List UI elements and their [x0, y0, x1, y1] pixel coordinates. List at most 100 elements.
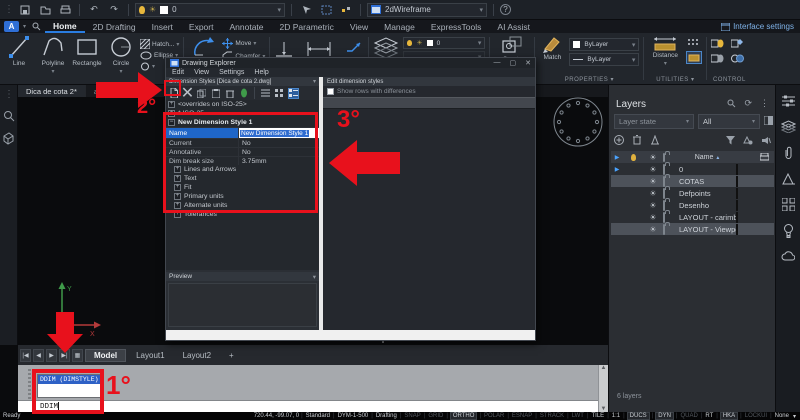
tab-home[interactable]: Home: [45, 20, 85, 33]
toggle-snap[interactable]: SNAP: [403, 413, 421, 419]
sheet-tab-layout2[interactable]: Layout2: [175, 350, 219, 361]
toolbar-grip[interactable]: ⋮: [4, 4, 13, 15]
style-property-row[interactable]: NameNew Dimension Style 1: [166, 127, 319, 138]
hatch-button[interactable]: Hatch...▾: [140, 39, 179, 49]
tab-2d-drafting[interactable]: 2D Drafting: [85, 20, 144, 33]
style-property-row[interactable]: CurrentNo: [166, 138, 319, 147]
layer-freeze-control-icon[interactable]: [731, 38, 744, 49]
layer-freeze-icon[interactable]: ☀: [643, 189, 663, 198]
dimension-linear-icon[interactable]: [306, 39, 332, 59]
blocks-panel-icon[interactable]: [782, 198, 795, 211]
tab-view[interactable]: View: [342, 20, 376, 33]
layer-freeze-icon[interactable]: ☀: [643, 165, 663, 174]
style-tree-node-selected[interactable]: −New Dimension Style 1: [166, 118, 319, 127]
layer-freeze-icon[interactable]: ☀: [643, 213, 663, 222]
leader-icon[interactable]: [344, 39, 364, 59]
menu-help[interactable]: Help: [254, 69, 268, 76]
refresh-icon[interactable]: ⟳: [744, 98, 752, 109]
isolate-icon[interactable]: [761, 136, 771, 145]
open-icon[interactable]: [37, 3, 53, 17]
status-field[interactable]: DYM-1-500: [337, 413, 370, 419]
delete-style-button[interactable]: ✕: [182, 88, 193, 99]
icons-view-button[interactable]: [274, 88, 285, 99]
toggle-tile[interactable]: TILE: [591, 413, 606, 419]
first-sheet-button[interactable]: |◀: [20, 349, 31, 362]
property-group-row[interactable]: +Lines and Arrows: [166, 165, 319, 174]
save-icon[interactable]: [17, 3, 33, 17]
layer-color-swatch[interactable]: [736, 165, 754, 174]
cloud-panel-icon[interactable]: [781, 251, 795, 261]
layer-name[interactable]: Defpoints: [679, 189, 736, 198]
minimize-button[interactable]: —: [494, 59, 501, 67]
search-icon[interactable]: [727, 99, 736, 108]
tab-expresstools[interactable]: ExpressTools: [423, 20, 490, 33]
property-value[interactable]: New Dimension Style 1: [238, 128, 319, 138]
diff-checkbox[interactable]: [327, 88, 334, 95]
layer-on-control-icon[interactable]: [711, 38, 724, 49]
layer-color-swatch[interactable]: [736, 177, 754, 186]
toggle-lockui[interactable]: LOCKUI: [744, 413, 768, 419]
toggle-dyn[interactable]: DYN: [655, 412, 674, 420]
rectangle-button[interactable]: Rectangle: [72, 35, 102, 67]
layer-name[interactable]: Desenho: [679, 201, 736, 210]
tab-2d-parametric[interactable]: 2D Parametric: [272, 20, 342, 33]
layer-row[interactable]: ☀COTAS: [611, 175, 774, 187]
grips-tool-icon[interactable]: [338, 3, 354, 17]
prev-sheet-button[interactable]: ◀: [33, 349, 44, 362]
layer-state-dropdown[interactable]: Layer state▾: [614, 114, 694, 129]
toggle-rt[interactable]: RT: [704, 413, 714, 419]
ribbon-layer-dropdown[interactable]: ☀ 0 ▾: [403, 37, 485, 49]
redo-icon[interactable]: ↷: [106, 3, 122, 17]
layer-freeze-icon[interactable]: ☀: [643, 201, 663, 210]
tab-export[interactable]: Export: [181, 20, 222, 33]
sheet-list-button[interactable]: ▦: [72, 349, 83, 362]
last-sheet-button[interactable]: ▶|: [59, 349, 70, 362]
layer-name[interactable]: COTAS: [679, 177, 736, 186]
view-tool-icon[interactable]: [3, 110, 15, 122]
selection-tool-icon[interactable]: [318, 3, 334, 17]
layer-row[interactable]: ☀ Defpoints: [611, 187, 774, 199]
expand-icon[interactable]: +: [174, 184, 181, 191]
layers-panel-icon[interactable]: [781, 120, 796, 133]
tab-annotate[interactable]: Annotate: [221, 20, 271, 33]
layer-lock-icon[interactable]: [663, 225, 679, 234]
toggle-polar[interactable]: POLAR: [483, 413, 505, 419]
expand-icon[interactable]: +: [174, 166, 181, 173]
paste-button[interactable]: [210, 88, 221, 99]
delete-layer-icon[interactable]: [633, 135, 641, 145]
layer-lock-icon[interactable]: [663, 177, 679, 186]
color-bylayer-dropdown[interactable]: ByLayer▾: [569, 38, 639, 51]
toggle-hka[interactable]: HKA: [720, 412, 738, 420]
point-grid-icon[interactable]: [686, 37, 700, 49]
layer-row[interactable]: ☀LAYOUT - carimbo: [611, 211, 774, 223]
expand-icon[interactable]: +: [168, 101, 175, 108]
expand-icon[interactable]: +: [174, 175, 181, 182]
layer-lock-icon[interactable]: [663, 165, 679, 174]
close-button[interactable]: ✕: [525, 59, 531, 67]
style-tree-node[interactable]: +* ISO-25: [166, 109, 319, 118]
layer-row[interactable]: ☀ Desenho: [611, 199, 774, 211]
property-group-row[interactable]: +Alternate units: [166, 201, 319, 210]
new-layer-icon[interactable]: [614, 135, 624, 145]
linetype-bylayer-dropdown[interactable]: ByLayer▾: [569, 53, 639, 66]
layer-color-swatch[interactable]: [736, 213, 754, 222]
toggle-esnap[interactable]: ESNAP: [511, 413, 533, 419]
ucs-tool-icon[interactable]: [2, 132, 15, 145]
toggle-ortho[interactable]: ORTHO: [450, 412, 478, 420]
status-caret-icon[interactable]: ▾: [792, 413, 797, 420]
layer-control-dropdown[interactable]: ☀ 0 ▾: [135, 3, 285, 17]
dimension-vertical-icon[interactable]: [274, 39, 294, 59]
print-icon[interactable]: [57, 3, 73, 17]
toggle-lwt[interactable]: LWT: [571, 413, 585, 419]
app-logo[interactable]: A: [4, 21, 19, 32]
toggle-ducs[interactable]: DUCS: [627, 412, 650, 420]
command-scrollbar[interactable]: ▲▼: [598, 365, 608, 412]
name-column-header[interactable]: Name ▲: [679, 154, 736, 161]
style-property-row[interactable]: Dim break size3.75mm: [166, 156, 319, 165]
layer-isolate-control-icon[interactable]: [731, 53, 744, 64]
distance-button[interactable]: Distance▾: [648, 35, 682, 67]
toggle-none[interactable]: None: [774, 413, 790, 419]
layer-filter-dropdown[interactable]: All▾: [698, 114, 760, 129]
layer-name[interactable]: LAYOUT - Viewport: [679, 225, 736, 234]
layer-name[interactable]: 0: [679, 165, 736, 174]
